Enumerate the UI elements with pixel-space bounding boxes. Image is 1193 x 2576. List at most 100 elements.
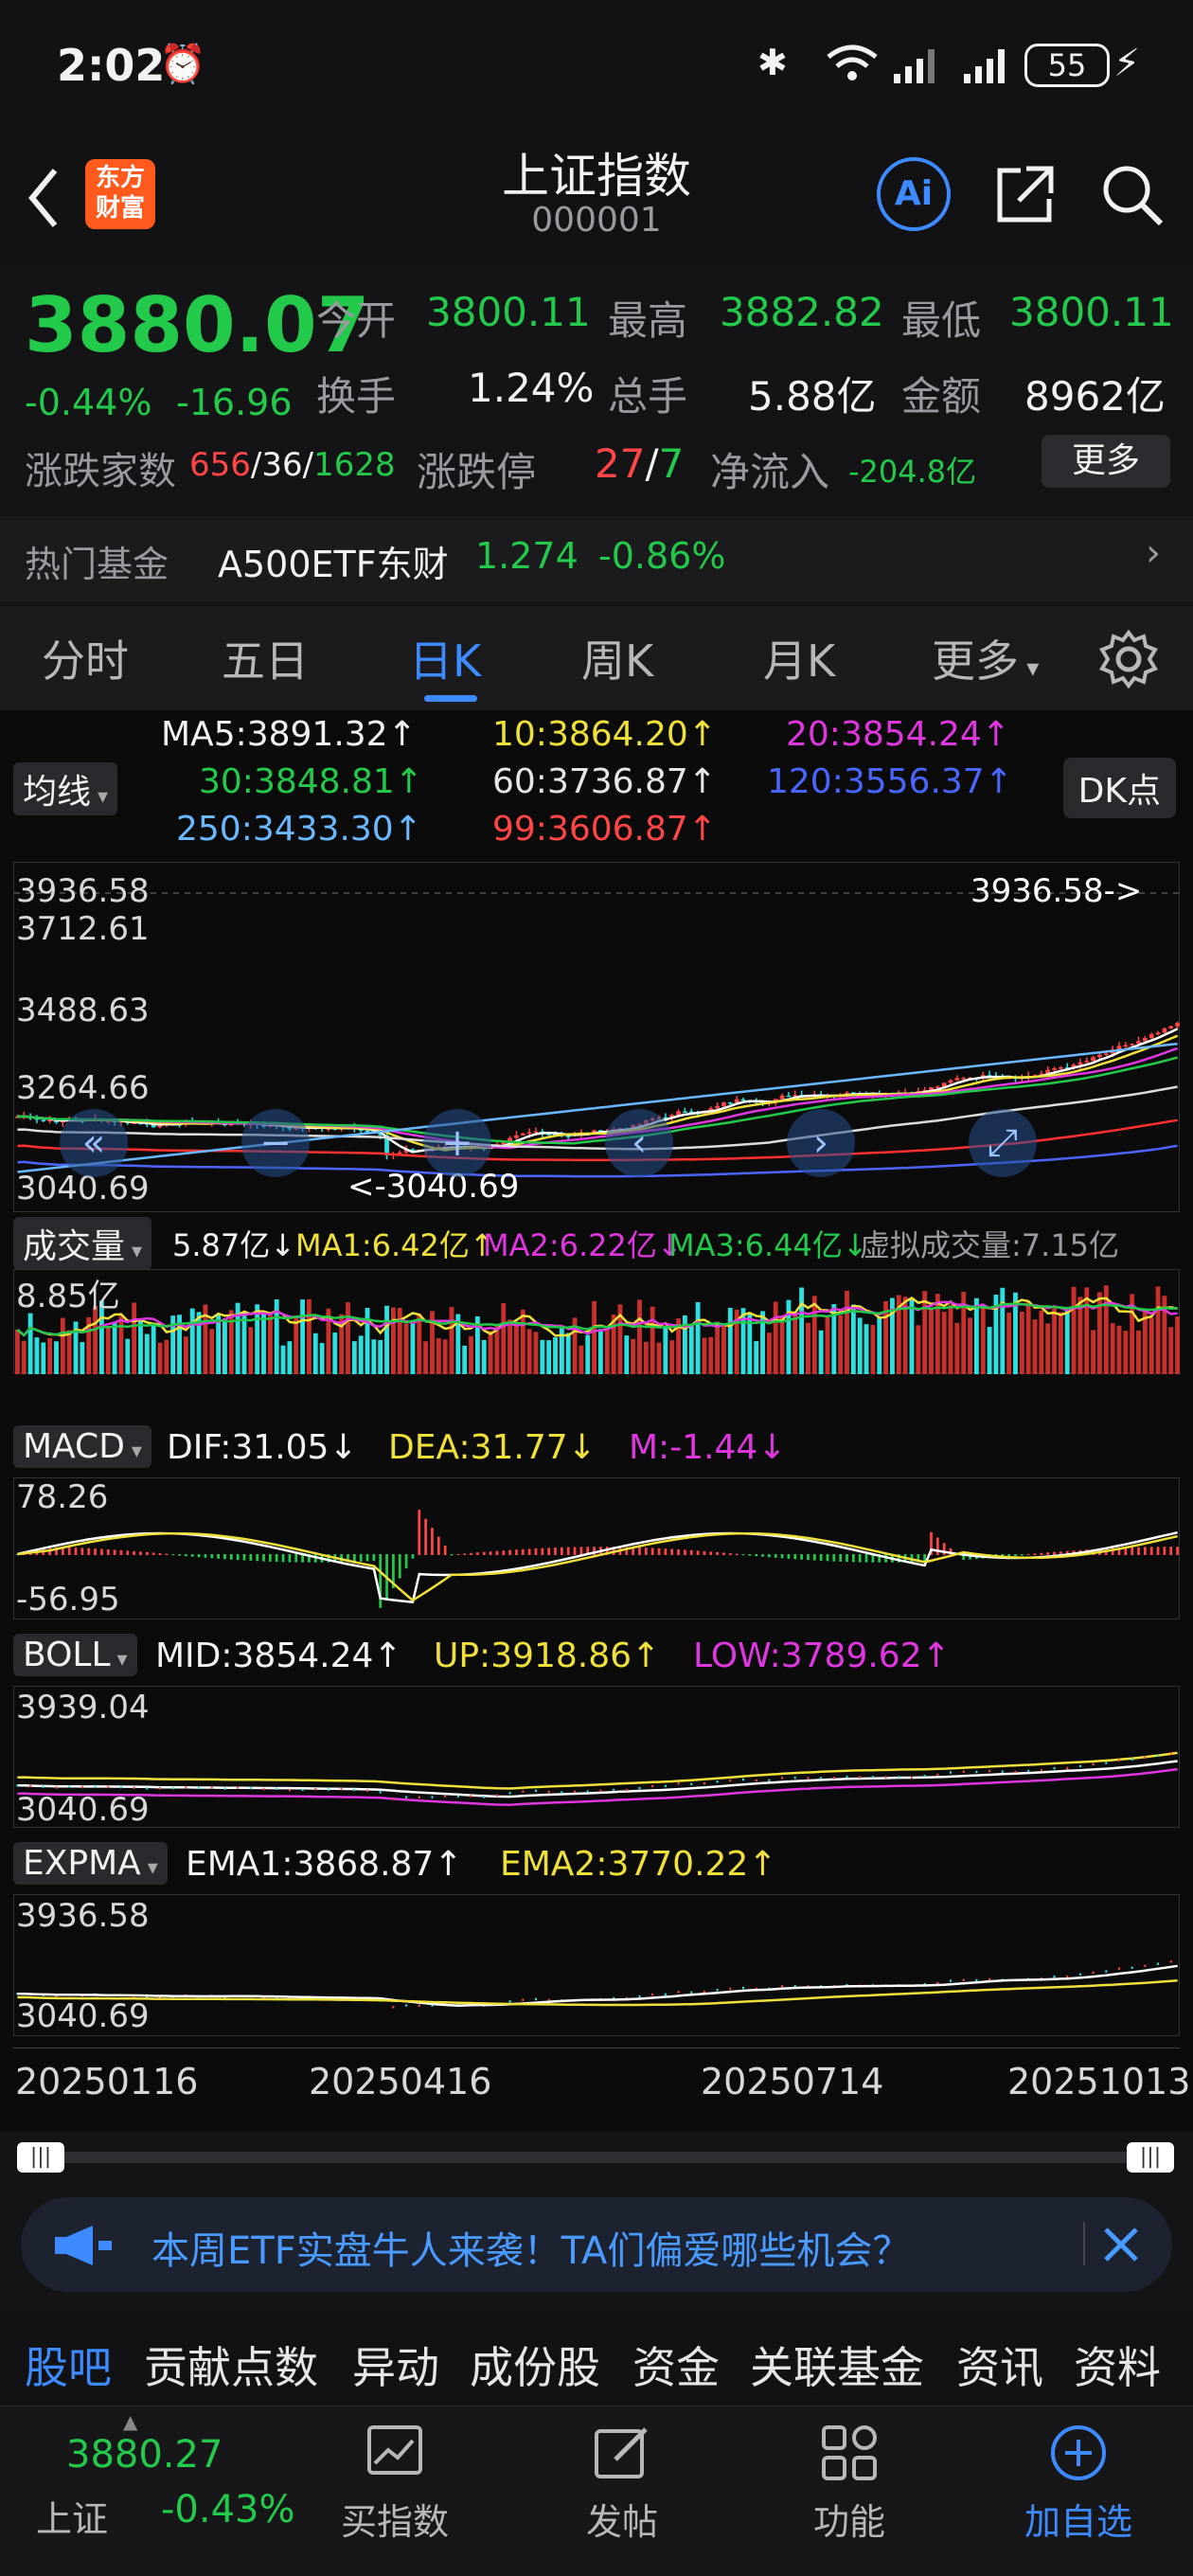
tab-movement[interactable]: 异动 (352, 2334, 439, 2396)
more-button[interactable]: 更多 (1042, 435, 1170, 488)
kline-y-4: 3264.66 (16, 1069, 150, 1107)
back-icon[interactable] (25, 165, 62, 231)
macd-bar (1149, 1547, 1153, 1555)
kline-panel[interactable]: 3936.58 3712.61 3488.63 3264.66 3040.69 … (13, 862, 1181, 1212)
limit-label: 涨跌停 (417, 449, 537, 495)
macd-bar (171, 1554, 175, 1556)
dk-point-button[interactable]: DK点 (1062, 758, 1176, 818)
scroll-left-button[interactable]: ‹ (605, 1109, 673, 1177)
close-icon[interactable] (1100, 2224, 1142, 2265)
zoom-out-button[interactable]: − (241, 1109, 310, 1177)
range-handle-left[interactable]: ||| (17, 2142, 64, 2173)
quote-panel: 3880.07 -0.44% -16.96 今开 3800.11 最高 3882… (0, 260, 1193, 507)
ma-selector[interactable]: 均线 ▾ (13, 762, 118, 815)
tab-capital[interactable]: 资金 (632, 2334, 720, 2396)
candle-body (1097, 1054, 1102, 1058)
alarm-icon: ⏰ (159, 43, 206, 86)
settings-gear-icon[interactable] (1098, 629, 1159, 689)
volume-bar (987, 1327, 992, 1374)
macd-svg (16, 1510, 1179, 1608)
tab-more[interactable]: 更多 ▾ (932, 627, 1039, 689)
macd-bar (689, 1549, 693, 1555)
tab-related-funds[interactable]: 关联基金 (750, 2334, 924, 2396)
plus-circle-icon (1051, 2425, 1106, 2480)
volume-bar (631, 1338, 636, 1374)
tab-weekly-k[interactable]: 周K (581, 627, 653, 689)
buy-index-button[interactable]: 买指数 (333, 2422, 456, 2545)
tab-guba[interactable]: 股吧 (25, 2334, 112, 2396)
bluetooth-icon: ✱ (757, 42, 788, 83)
macd-y-max: 78.26 (16, 1478, 109, 1516)
tab-monthly-k[interactable]: 月K (763, 627, 835, 689)
ai-button[interactable]: Ai (877, 157, 951, 231)
scroll-left-fast-button[interactable]: « (60, 1109, 128, 1177)
open-label: 今开 (316, 297, 397, 344)
scroll-right-button[interactable]: › (787, 1109, 855, 1177)
share-icon[interactable] (992, 161, 1059, 227)
boll-selector[interactable]: BOLL ▾ (13, 1634, 137, 1676)
tab-contribution[interactable]: 贡献点数 (144, 2334, 318, 2396)
macd-bar (534, 1548, 538, 1555)
range-handle-right[interactable]: ||| (1127, 2142, 1174, 2173)
tab-profile[interactable]: 资料 (1074, 2334, 1161, 2396)
ma20-label: 20:3854.24↑ (786, 715, 1010, 754)
tab-five-day[interactable]: 五日 (222, 627, 309, 689)
post-button[interactable]: 发帖 (561, 2422, 684, 2545)
inflow-label: 净流入 (710, 449, 830, 495)
volume-bar (390, 1307, 396, 1374)
tab-daily-k[interactable]: 日K (409, 627, 481, 689)
volume-bar (864, 1324, 869, 1374)
volume-bar (397, 1307, 402, 1374)
range-slider-track[interactable] (19, 2152, 1174, 2163)
volume-bar (351, 1341, 357, 1374)
volume-bar (624, 1335, 630, 1374)
macd-bar (418, 1510, 421, 1555)
macd-panel[interactable]: 78.26 -56.95 (13, 1477, 1180, 1619)
candle-body (961, 1078, 967, 1080)
expma-panel[interactable]: 3936.58 3040.69 (13, 1894, 1180, 2036)
functions-button[interactable]: 功能 (788, 2422, 911, 2545)
macd-selector[interactable]: MACD ▾ (13, 1425, 151, 1468)
macd-bar (502, 1550, 506, 1555)
volume-bar (811, 1296, 817, 1374)
volume-bar (112, 1321, 117, 1374)
down-count: 1628 (313, 446, 396, 484)
volume-selector[interactable]: 成交量 ▾ (13, 1217, 152, 1270)
min-marker: <-3040.69 (347, 1168, 520, 1206)
tab-intraday[interactable]: 分时 (42, 627, 129, 689)
app-logo[interactable]: 东方 财富 (85, 159, 155, 229)
zoom-in-button[interactable]: + (423, 1109, 491, 1177)
index-price[interactable]: 3880.27 (66, 2433, 223, 2477)
volume-bar (546, 1340, 552, 1374)
volume-panel[interactable]: 8.85亿 (13, 1269, 1180, 1374)
macd-bar (242, 1554, 246, 1561)
volume-bar (650, 1306, 655, 1374)
macd-bar (787, 1554, 791, 1559)
date-label-4: 20251013 (1007, 2061, 1191, 2102)
candle-body (1058, 1067, 1063, 1069)
volume-bar (436, 1337, 441, 1374)
volume-value: 5.87亿↓ (172, 1227, 296, 1263)
macd-bar (431, 1528, 434, 1555)
search-icon[interactable] (1098, 161, 1166, 229)
volume-bar (533, 1332, 539, 1374)
macd-bar (190, 1554, 194, 1557)
fullscreen-button[interactable]: ⤢ (969, 1109, 1037, 1177)
macd-bar (210, 1554, 214, 1559)
macd-bar (696, 1550, 700, 1555)
promo-banner[interactable]: 本周ETF实盘牛人来袭！TA们偏爱哪些机会？ (21, 2197, 1172, 2292)
volume-bar (261, 1311, 266, 1374)
fund-name: A500ETF东财 (218, 544, 449, 585)
add-watchlist-button[interactable]: 加自选 (1017, 2422, 1140, 2545)
boll-panel[interactable]: 3939.04 3040.69 (13, 1686, 1180, 1829)
volume-bar (1110, 1323, 1115, 1374)
hot-fund-row[interactable]: 热门基金 A500ETF东财 1.274 -0.86% › (0, 516, 1193, 601)
macd-bar (728, 1553, 732, 1555)
macd-bar (482, 1551, 486, 1555)
macd-bar (495, 1550, 499, 1555)
tab-constituents[interactable]: 成份股 (470, 2334, 600, 2396)
expma-selector[interactable]: EXPMA ▾ (13, 1842, 168, 1885)
tab-news[interactable]: 资讯 (956, 2334, 1043, 2396)
volume-bar (501, 1302, 507, 1374)
macd-bar (935, 1537, 939, 1555)
